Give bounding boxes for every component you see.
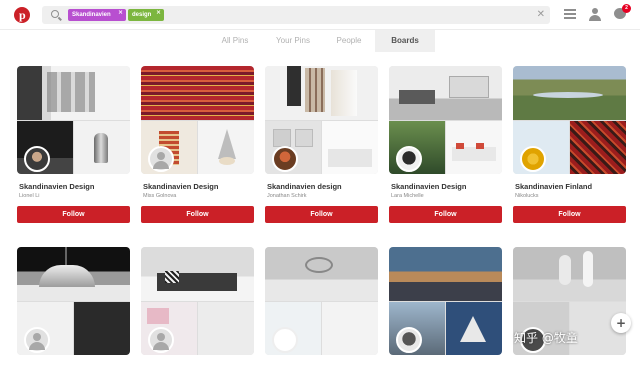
search-tag-label: design (132, 12, 152, 18)
board-cover[interactable] (389, 247, 502, 355)
board-cover-image (17, 247, 130, 301)
owner-avatar[interactable] (24, 327, 50, 353)
owner-avatar[interactable] (148, 146, 174, 172)
tag-remove-icon[interactable]: × (156, 9, 161, 16)
watermark-text: 知乎 @牧童 (514, 331, 578, 345)
clear-search-icon[interactable]: ✕ (537, 9, 545, 21)
board-title[interactable]: Skandinavien design (267, 182, 379, 191)
owner-avatar[interactable] (24, 146, 50, 172)
board-owner[interactable]: Nikolucks (515, 193, 627, 199)
board-cover-image (17, 66, 130, 120)
board-title[interactable]: Skandinavien Design (19, 182, 131, 191)
board-cover-image (74, 302, 130, 355)
tab-people[interactable]: People (323, 30, 375, 52)
board-cover[interactable] (513, 66, 626, 174)
board-cover-image (513, 66, 626, 120)
tag-remove-icon[interactable]: × (118, 9, 123, 16)
menu-icon[interactable] (564, 9, 576, 19)
search-tag-design[interactable]: design × (128, 9, 164, 21)
board-cover-image (265, 247, 378, 301)
follow-button[interactable]: Follow (141, 206, 254, 223)
search-tag-skandinavien[interactable]: Skandinavien × (68, 9, 126, 21)
follow-button[interactable]: Follow (389, 206, 502, 223)
board-owner[interactable]: Jonathan Schirk (267, 193, 379, 199)
board-cover-image (74, 121, 130, 174)
search-icon (51, 10, 59, 18)
search-filter-tabs: All Pins Your Pins People Boards (207, 30, 435, 52)
owner-avatar[interactable] (396, 146, 422, 172)
board-cover-image (322, 121, 378, 174)
board-cover[interactable] (141, 247, 254, 355)
board-cover-image (570, 121, 626, 174)
board-owner[interactable]: Lara Michelle (391, 193, 503, 199)
tab-all-pins[interactable]: All Pins (207, 30, 263, 52)
plus-icon[interactable]: + (611, 313, 631, 333)
owner-avatar[interactable] (148, 327, 174, 353)
board-title[interactable]: Skandinavien Design (391, 182, 503, 191)
tab-boards[interactable]: Boards (375, 30, 435, 52)
board-owner[interactable]: Miss Golnova (143, 193, 255, 199)
board-title[interactable]: Skandinavien Design (143, 182, 255, 191)
board-cover[interactable] (389, 66, 502, 174)
search-tag-label: Skandinavien (72, 12, 111, 18)
board-cover-image (446, 302, 502, 355)
board-cover-image (389, 66, 502, 120)
board-cover[interactable] (265, 247, 378, 355)
tab-your-pins[interactable]: Your Pins (263, 30, 323, 52)
follow-button[interactable]: Follow (513, 206, 626, 223)
profile-icon[interactable] (589, 8, 601, 21)
follow-button[interactable]: Follow (265, 206, 378, 223)
owner-avatar[interactable] (272, 327, 298, 353)
board-cover[interactable] (17, 66, 130, 174)
owner-avatar[interactable] (396, 327, 422, 353)
board-owner[interactable]: Lionel Li (19, 193, 131, 199)
board-cover-image (513, 247, 626, 301)
board-cover[interactable] (265, 66, 378, 174)
board-cover-image (141, 66, 254, 120)
follow-button[interactable]: Follow (17, 206, 130, 223)
board-cover-image (141, 247, 254, 301)
top-bar: p Skandinavien × design × ✕ 2 (0, 0, 640, 30)
board-cover-image (389, 247, 502, 301)
board-cover-image (446, 121, 502, 174)
board-cover[interactable] (141, 66, 254, 174)
search-bar[interactable]: Skandinavien × design × ✕ (42, 6, 550, 24)
board-cover-image (198, 121, 254, 174)
board-cover[interactable] (17, 247, 130, 355)
board-cover-image (198, 302, 254, 355)
owner-avatar[interactable] (520, 146, 546, 172)
board-title[interactable]: Skandinavien Finland (515, 182, 627, 191)
board-cover-image (322, 302, 378, 355)
notification-badge: 2 (622, 4, 631, 13)
board-cover-image (265, 66, 378, 120)
pinterest-logo-icon[interactable]: p (14, 7, 30, 23)
owner-avatar[interactable] (272, 146, 298, 172)
